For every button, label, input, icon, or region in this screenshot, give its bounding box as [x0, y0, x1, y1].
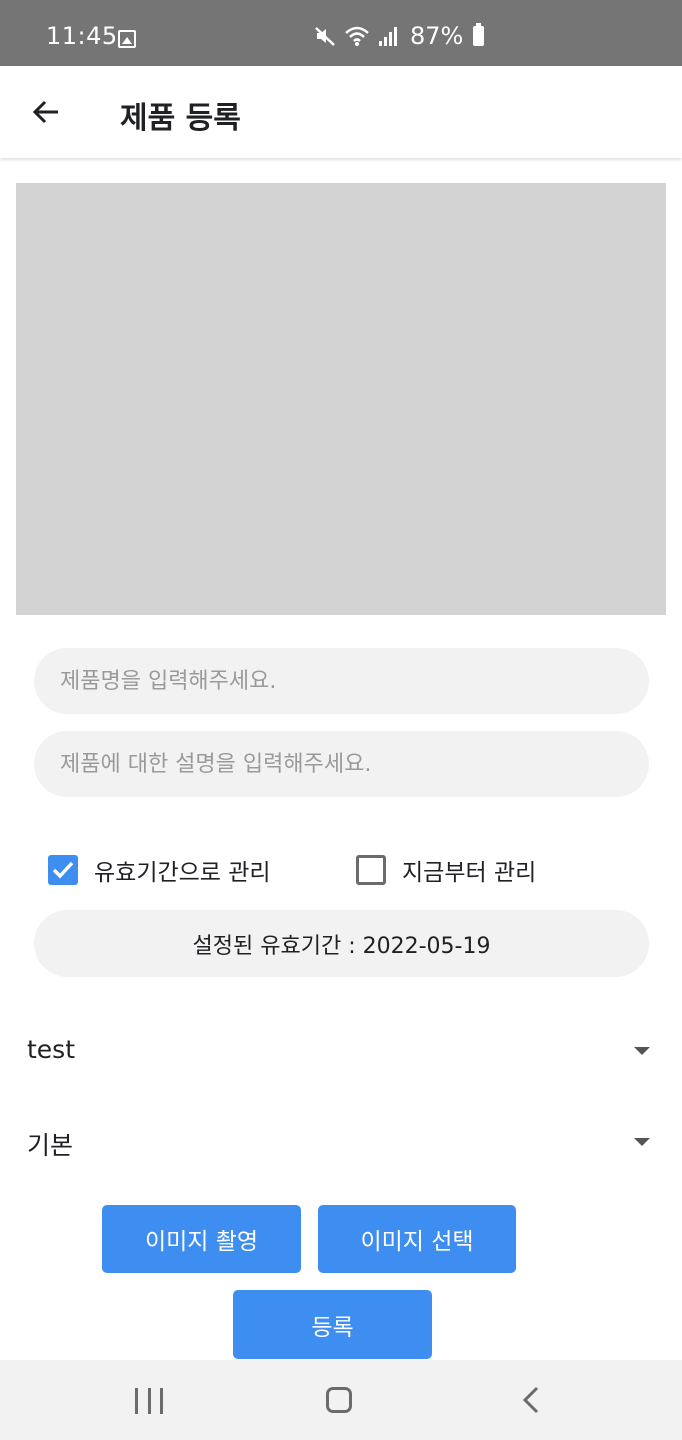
battery-level: 87%: [410, 22, 464, 50]
register-button[interactable]: 등록: [233, 1290, 432, 1359]
back-icon[interactable]: [520, 1385, 542, 1415]
capture-image-button[interactable]: 이미지 촬영: [102, 1205, 301, 1273]
status-bar: 11:45 87%: [0, 0, 682, 66]
battery-icon: [473, 23, 485, 46]
status-time: 11:45: [46, 22, 118, 50]
status-icons: 87%: [314, 22, 485, 50]
wifi-icon: [345, 26, 369, 46]
image-preview: [16, 183, 666, 615]
app-bar: 제품 등록: [0, 66, 682, 158]
category-dropdown-value: test: [27, 1035, 76, 1064]
type-dropdown[interactable]: 기본: [0, 1108, 682, 1178]
page-title: 제품 등록: [120, 101, 241, 136]
caret-down-icon: [634, 1047, 650, 1055]
checkbox-manage-from-now[interactable]: 지금부터 관리: [356, 852, 536, 888]
signal-icon: [379, 27, 397, 46]
back-button[interactable]: [20, 86, 72, 138]
product-name-input[interactable]: [34, 648, 649, 714]
category-dropdown[interactable]: test: [0, 1017, 682, 1087]
caret-down-icon: [634, 1138, 650, 1146]
recent-apps-icon[interactable]: [135, 1388, 163, 1414]
select-image-button[interactable]: 이미지 선택: [318, 1205, 516, 1273]
expiry-date-button[interactable]: 설정된 유효기간 : 2022-05-19: [34, 910, 649, 977]
checkbox-unchecked-icon[interactable]: [356, 855, 386, 885]
checkbox-expiry-label: 유효기간으로 관리: [94, 860, 271, 886]
mute-icon: [315, 27, 335, 46]
type-dropdown-value: 기본: [27, 1131, 74, 1160]
expiry-date-text: 설정된 유효기간 : 2022-05-19: [192, 933, 491, 959]
checkbox-expiry-managed[interactable]: 유효기간으로 관리: [48, 852, 271, 888]
product-description-input[interactable]: [34, 731, 649, 797]
checkbox-checked-icon[interactable]: [48, 855, 78, 885]
home-icon[interactable]: [326, 1387, 352, 1413]
checkbox-from-now-label: 지금부터 관리: [402, 860, 537, 886]
arrow-left-icon: [32, 100, 58, 124]
system-nav-bar: [0, 1360, 682, 1440]
gallery-icon: [118, 30, 136, 48]
